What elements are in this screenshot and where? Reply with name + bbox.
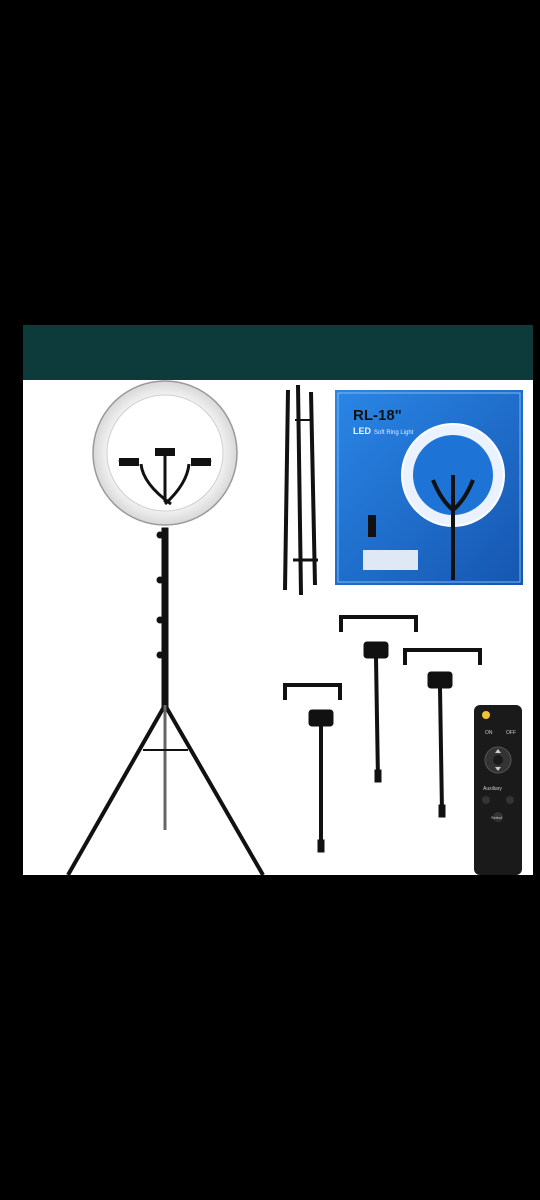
- box-spec-label: [363, 550, 418, 570]
- product-photo: RL-18" LED Soft Ring Light ON OFF Auxili…: [23, 380, 533, 875]
- phone-holder-1: [283, 683, 342, 853]
- remote-select-label: Select: [491, 815, 503, 820]
- remote-on-label: ON: [485, 730, 493, 736]
- box-remote-image: [368, 515, 376, 537]
- box-led-label: LED: [353, 426, 372, 436]
- folded-tripod: [283, 384, 318, 596]
- remote-power-led: [482, 711, 490, 719]
- product-box: RL-18" LED Soft Ring Light: [335, 390, 523, 585]
- remote-off-label: OFF: [506, 730, 516, 736]
- tripod-stand: [66, 527, 265, 875]
- remote-control: ON OFF Auxiliary Select: [474, 705, 522, 875]
- box-subtitle: Soft Ring Light: [374, 430, 414, 436]
- phone-holder-3: [403, 648, 482, 818]
- remote-auxiliary-label: Auxiliary: [483, 786, 502, 792]
- ring-light: [92, 380, 238, 526]
- box-model-label: RL-18": [353, 407, 402, 424]
- header-bar: [23, 325, 533, 380]
- phone-holder-2: [339, 615, 418, 783]
